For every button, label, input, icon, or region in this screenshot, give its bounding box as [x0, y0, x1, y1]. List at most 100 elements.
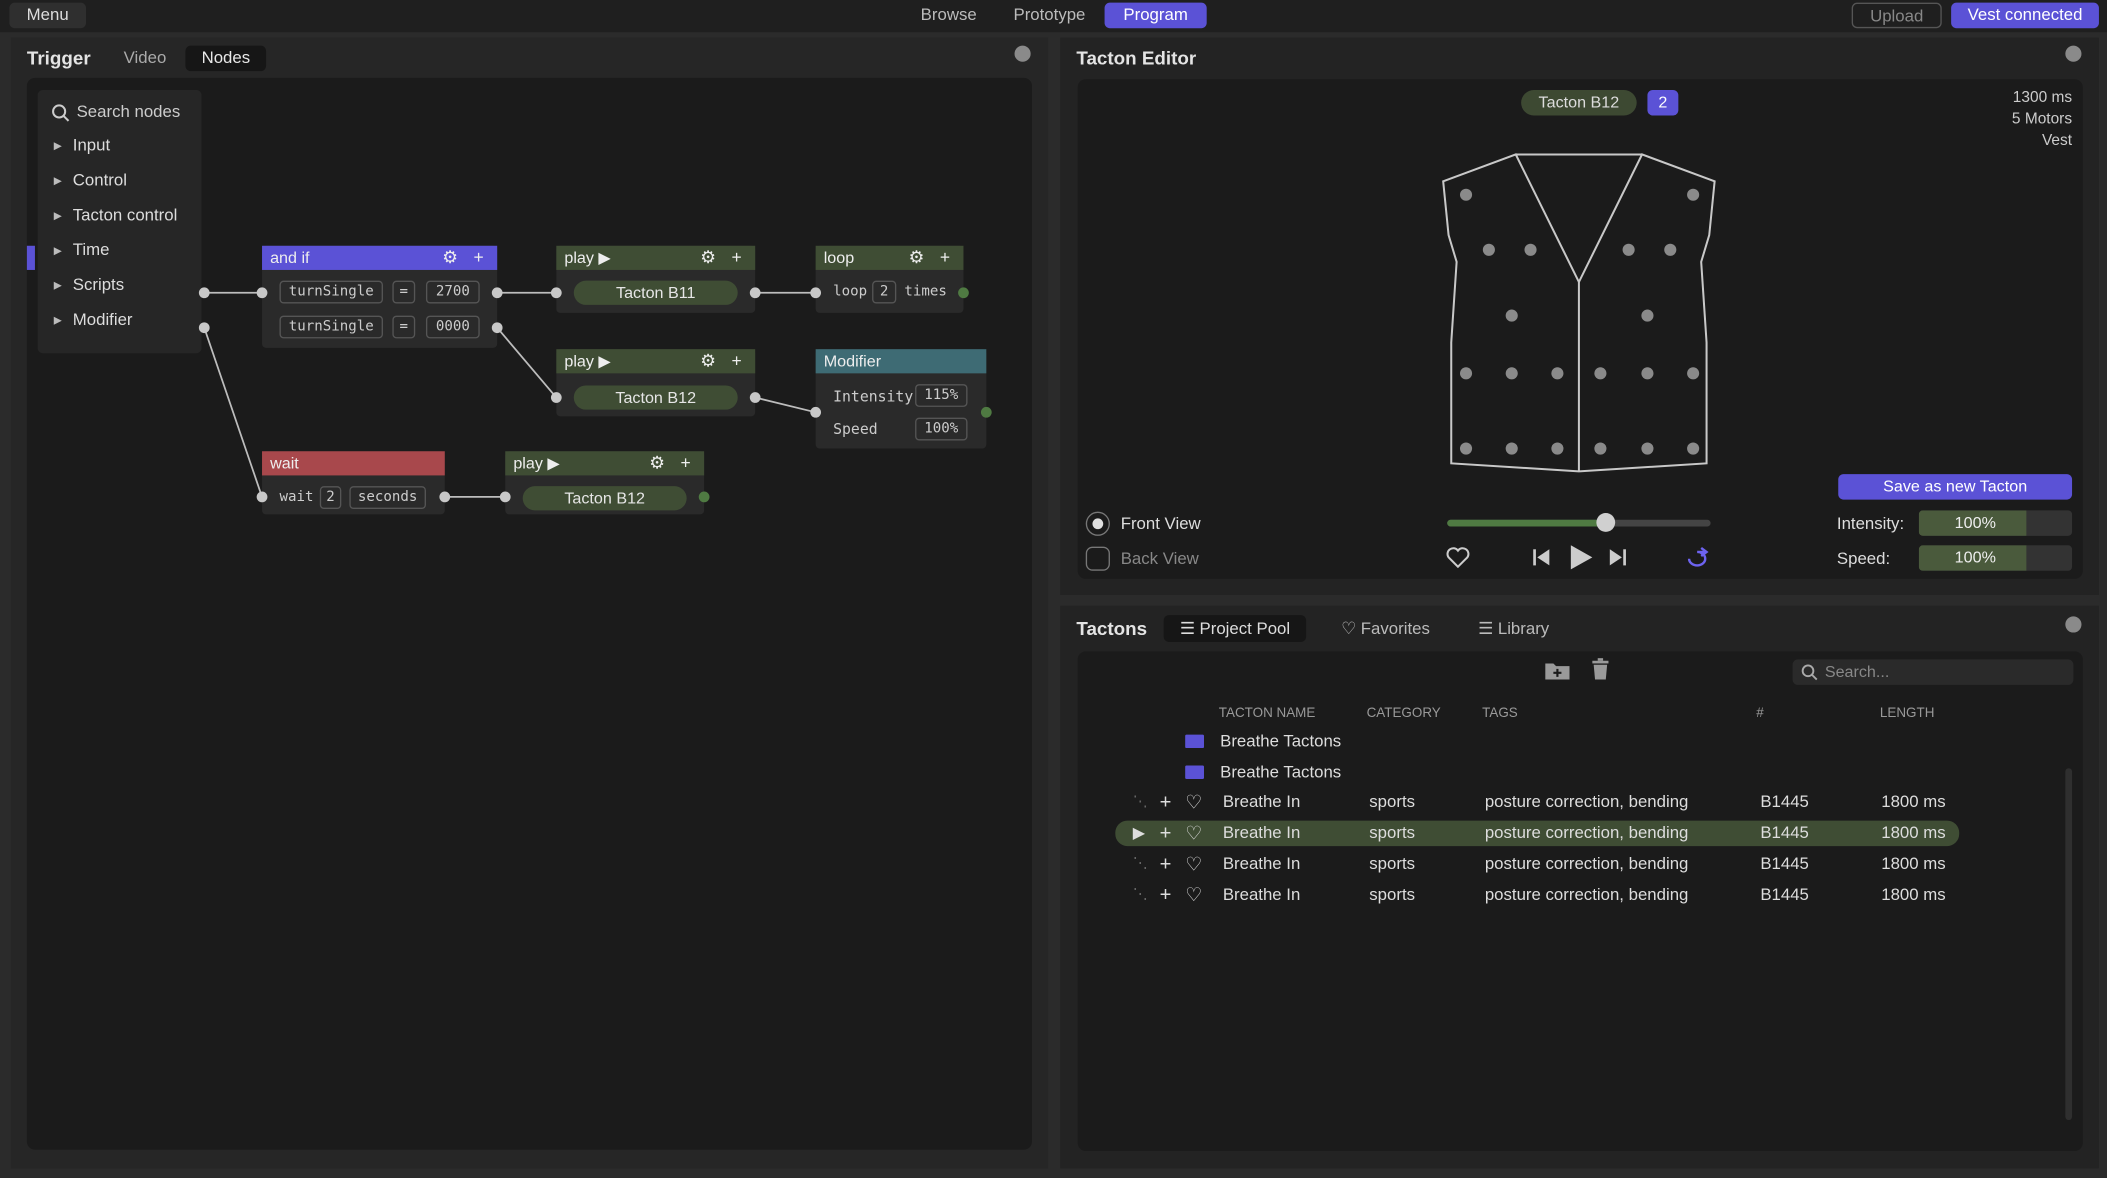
heart-icon[interactable]: ♡ [1185, 882, 1202, 908]
output-port[interactable] [439, 491, 451, 503]
tacton-search-input[interactable]: Search... [1792, 659, 2074, 685]
panel-status-dot[interactable] [2065, 45, 2082, 62]
add-icon[interactable]: + [1160, 851, 1172, 877]
heart-icon[interactable]: ♡ [1185, 821, 1202, 847]
gear-icon[interactable]: ⚙ + [700, 349, 747, 373]
timeline-handle[interactable] [1595, 513, 1615, 532]
speed-bar[interactable]: 100% [1918, 545, 2073, 571]
tacton-name-pill[interactable]: Tacton B12 [1521, 89, 1637, 116]
column-tacton-name[interactable]: TACTON NAME [1219, 706, 1316, 721]
add-icon[interactable]: + [1160, 882, 1172, 908]
timeline-slider[interactable] [1447, 513, 1711, 532]
output-port[interactable] [749, 287, 761, 299]
node-header[interactable]: play ▶ ⚙ + [505, 451, 705, 476]
input-port[interactable] [256, 287, 268, 299]
heart-icon[interactable] [1446, 547, 1470, 570]
loop-node[interactable]: loop ⚙ + loop 2 times [815, 245, 964, 313]
front-view-radio[interactable] [1085, 511, 1110, 536]
tacton-row[interactable]: ⋱ + ♡ Breathe In sports posture correction, b… [1115, 851, 1959, 877]
heart-icon[interactable]: ♡ [1185, 790, 1202, 816]
category-scripts[interactable]: ▶ Scripts [54, 275, 124, 294]
input-port[interactable] [810, 287, 822, 299]
trash-icon[interactable] [1591, 658, 1610, 681]
play-icon[interactable] [1567, 543, 1594, 573]
input-port[interactable] [499, 491, 511, 503]
play-node[interactable]: play ▶ ⚙ + Tacton B11 [556, 245, 756, 313]
tab-program[interactable]: Program [1104, 2, 1207, 29]
list-scrollbar[interactable] [2065, 768, 2073, 1121]
add-icon[interactable]: + [1160, 821, 1172, 847]
tacton-pill[interactable]: Tacton B12 [522, 486, 687, 511]
input-port[interactable] [256, 491, 268, 503]
node-header[interactable]: and if ⚙ + [262, 245, 498, 270]
output-port[interactable] [198, 322, 210, 334]
back-view-checkbox[interactable] [1085, 546, 1110, 571]
new-folder-icon[interactable] [1544, 659, 1571, 680]
search-nodes-input[interactable]: Search nodes [77, 102, 181, 121]
vibration-icon[interactable]: ⋱ [1133, 851, 1148, 877]
skip-back-icon[interactable] [1532, 547, 1551, 568]
play-node[interactable]: play ▶ ⚙ + Tacton B12 [556, 349, 756, 417]
node-header[interactable]: play ▶ ⚙ + [556, 245, 756, 270]
condition-variable[interactable]: turnSingle [279, 315, 383, 339]
node-header[interactable]: loop ⚙ + [815, 245, 964, 270]
tacton-row[interactable]: ▶ + ♡ Breathe In sports posture correction, b… [1115, 820, 1960, 847]
column-tags[interactable]: TAGS [1482, 706, 1518, 721]
category-modifier[interactable]: ▶ Modifier [54, 310, 133, 329]
input-port[interactable] [550, 287, 562, 299]
add-icon[interactable]: + [1160, 790, 1172, 816]
condition-value[interactable]: 0000 [425, 315, 480, 339]
modifier-intensity-value[interactable]: 115% [915, 384, 968, 407]
wait-count[interactable]: 2 [319, 486, 342, 509]
loop-count[interactable]: 2 [872, 280, 897, 304]
condition-value[interactable]: 2700 [425, 280, 480, 304]
output-port[interactable] [491, 287, 503, 299]
column-category[interactable]: CATEGORY [1367, 706, 1441, 721]
repeat-icon[interactable] [1684, 546, 1714, 570]
tacton-row[interactable]: ⋱ + ♡ Breathe In sports posture correction, b… [1115, 790, 1959, 816]
node-header[interactable]: play ▶ ⚙ + [556, 349, 756, 374]
tab-project-pool[interactable]: ☰ Project Pool [1163, 615, 1307, 642]
condition-operator[interactable]: = [392, 315, 416, 339]
tab-favorites[interactable]: ♡ Favorites [1325, 615, 1446, 642]
category-tacton-control[interactable]: ▶ Tacton control [54, 205, 178, 224]
vibration-icon[interactable]: ⋱ [1133, 790, 1148, 816]
wait-node[interactable]: wait wait 2 seconds [262, 451, 445, 515]
vest-connected-button[interactable]: Vest connected [1951, 2, 2099, 29]
gear-icon[interactable]: ⚙ + [700, 246, 747, 270]
category-input[interactable]: ▶ Input [54, 136, 110, 155]
tacton-pill[interactable]: Tacton B12 [573, 385, 738, 410]
node-header[interactable]: Modifier [815, 349, 987, 374]
wait-unit[interactable]: seconds [349, 486, 426, 509]
input-port[interactable] [810, 406, 822, 418]
gear-icon[interactable]: ⚙ + [649, 451, 696, 475]
modifier-node[interactable]: Modifier Intensity 115% Speed 100% [815, 349, 987, 449]
column-length[interactable]: LENGTH [1880, 706, 1935, 721]
output-port[interactable] [958, 287, 969, 299]
output-port[interactable] [749, 392, 761, 403]
gear-icon[interactable]: ⚙ + [909, 246, 956, 270]
output-port[interactable] [980, 406, 992, 418]
panel-status-dot[interactable] [2065, 616, 2082, 633]
tab-library[interactable]: ☰ Library [1462, 615, 1565, 642]
and-if-node[interactable]: and if ⚙ + turnSingle = 2700 turnSingle =… [262, 245, 498, 348]
gear-icon[interactable]: ⚙ + [442, 246, 489, 270]
folder-item[interactable]: Breathe Tactons [1220, 763, 1341, 782]
modifier-speed-value[interactable]: 100% [915, 417, 968, 441]
tacton-pill[interactable]: Tacton B11 [573, 280, 738, 305]
output-port[interactable] [698, 491, 710, 503]
output-port[interactable] [491, 322, 503, 334]
category-control[interactable]: ▶ Control [54, 171, 127, 190]
intensity-bar[interactable]: 100% [1918, 510, 2073, 536]
column-id[interactable]: # [1756, 706, 1763, 721]
play-icon[interactable]: ▶ [1133, 821, 1145, 847]
skip-forward-icon[interactable] [1608, 547, 1627, 568]
tacton-row[interactable]: ⋱ + ♡ Breathe In sports posture correction, b… [1115, 882, 1959, 908]
input-port[interactable] [550, 392, 562, 403]
category-time[interactable]: ▶ Time [54, 240, 110, 259]
condition-operator[interactable]: = [392, 280, 416, 304]
condition-variable[interactable]: turnSingle [279, 280, 383, 304]
play-node[interactable]: play ▶ ⚙ + Tacton B12 [505, 451, 705, 515]
output-port[interactable] [198, 287, 210, 299]
vibration-icon[interactable]: ⋱ [1133, 882, 1148, 908]
